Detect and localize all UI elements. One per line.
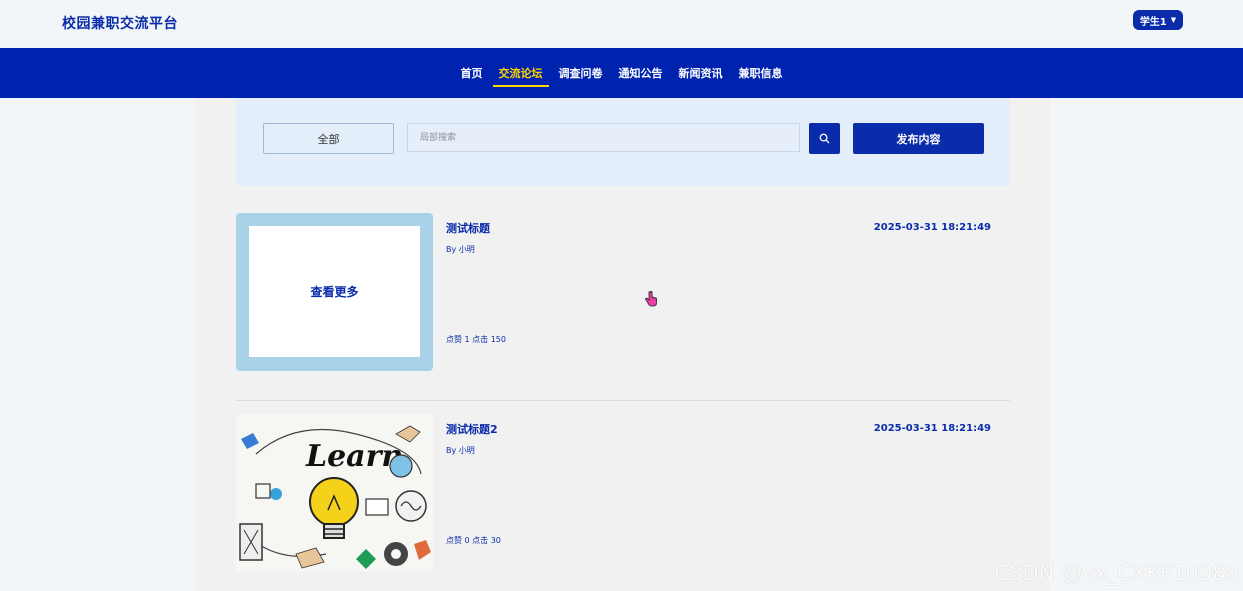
post-time: 2025-03-31 18:21:49: [873, 222, 991, 233]
post-thumbnail[interactable]: 查看更多: [236, 213, 433, 371]
filter-panel: 全部 发布内容: [236, 98, 1010, 186]
nav-item-jobs[interactable]: 兼职信息: [739, 59, 783, 87]
search-button[interactable]: [809, 123, 840, 154]
search-input[interactable]: [407, 123, 800, 152]
site-title[interactable]: 校园兼职交流平台: [62, 13, 178, 33]
view-more-label[interactable]: 查看更多: [249, 226, 420, 357]
post-stats: 点赞 0 点击 30: [446, 536, 501, 545]
watermark-text: CSDN @vx_CXKF10088: [994, 561, 1239, 585]
nav-item-notices[interactable]: 通知公告: [619, 59, 663, 87]
post-author: By 小明: [446, 245, 475, 254]
learn-illustration: Learn: [236, 414, 433, 572]
caret-down-icon: ▼: [1170, 16, 1177, 24]
user-menu-button[interactable]: 学生1 ▼: [1133, 10, 1183, 30]
learn-word: Learn: [305, 439, 403, 474]
top-bar: 校园兼职交流平台 学生1 ▼: [0, 0, 1243, 48]
post-item[interactable]: 查看更多 测试标题 By 小明 点赞 1 点击 150 2025-03-31 1…: [236, 213, 1010, 371]
nav-item-forum[interactable]: 交流论坛: [492, 59, 549, 87]
user-label: 学生1: [1139, 16, 1167, 28]
post-divider: [236, 400, 1010, 401]
post-author: By 小明: [446, 446, 475, 455]
nav-item-news[interactable]: 新闻资讯: [679, 59, 723, 87]
post-time: 2025-03-31 18:21:49: [873, 423, 991, 434]
post-stats: 点赞 1 点击 150: [446, 335, 506, 344]
post-title[interactable]: 测试标题2: [446, 421, 498, 437]
post-thumbnail[interactable]: Learn: [236, 414, 433, 572]
hand-cursor-icon: [645, 291, 657, 307]
nav-item-survey[interactable]: 调查问卷: [559, 59, 603, 87]
forum-content: 全部 发布内容 查看更多 测试标题 By 小明 点赞 1 点击 150 2025…: [197, 98, 1050, 591]
publish-button[interactable]: 发布内容: [853, 123, 984, 154]
nav-item-home[interactable]: 首页: [461, 59, 483, 87]
post-title[interactable]: 测试标题: [446, 220, 490, 236]
main-navbar: 首页 交流论坛 调查问卷 通知公告 新闻资讯 兼职信息: [0, 48, 1243, 98]
category-all-button[interactable]: 全部: [263, 123, 394, 154]
search-icon: [819, 133, 830, 144]
post-item[interactable]: Learn 测试标题2 By 小明 点赞 0 点击 30 2025-03-31 …: [236, 414, 1010, 572]
nav-menu: 首页 交流论坛 调查问卷 通知公告 新闻资讯 兼职信息: [0, 48, 1243, 98]
